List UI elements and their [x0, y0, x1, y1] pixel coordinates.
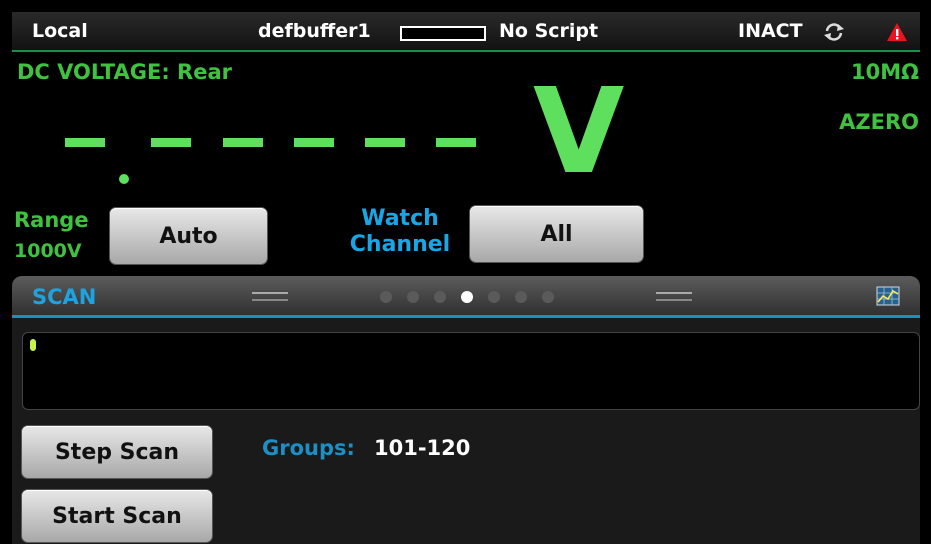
reading-unit: V	[533, 62, 625, 200]
reading-digit-dash	[436, 138, 476, 147]
buffer-fill-indicator[interactable]	[400, 26, 486, 41]
autozero-indicator[interactable]: AZERO	[839, 110, 919, 134]
reading-digit-dash	[223, 138, 263, 147]
range-auto-button[interactable]: Auto	[110, 208, 267, 264]
reading-digit-dash	[151, 138, 191, 147]
local-indicator[interactable]: Local	[32, 20, 88, 42]
watch-channel-button[interactable]: All	[470, 206, 643, 262]
measure-function-label[interactable]: DC VOLTAGE: Rear	[17, 60, 232, 84]
watch-channel-label: Watch Channel	[349, 206, 451, 258]
page-dot[interactable]	[380, 291, 392, 303]
trigger-state[interactable]: INACT	[738, 20, 803, 42]
groups-label: Groups:	[262, 436, 355, 460]
page-indicator[interactable]	[380, 291, 554, 303]
reading-digit-dash	[294, 138, 334, 147]
sync-icon[interactable]	[823, 22, 845, 42]
reading-digit-dash	[365, 138, 405, 147]
reading-decimal-point	[119, 174, 129, 184]
drag-handle-icon[interactable]	[252, 292, 288, 301]
panel-title: SCAN	[32, 285, 97, 309]
reading-digit-dash	[65, 138, 105, 147]
page-dot[interactable]	[434, 291, 446, 303]
page-dot-active[interactable]	[461, 291, 473, 303]
step-scan-button[interactable]: Step Scan	[22, 426, 212, 478]
groups-value: 101-120	[374, 436, 471, 460]
scan-panel: Step Scan Start Scan Groups: 101-120	[12, 318, 920, 544]
warning-icon[interactable]	[886, 22, 908, 42]
buffer-name[interactable]: defbuffer1	[258, 20, 371, 42]
scan-status-area	[22, 332, 920, 410]
page-dot[interactable]	[488, 291, 500, 303]
page-dot[interactable]	[542, 291, 554, 303]
page-dot[interactable]	[407, 291, 419, 303]
drag-handle-icon[interactable]	[656, 292, 692, 301]
swipe-panel-header[interactable]: SCAN	[12, 276, 920, 318]
range-label: Range	[14, 208, 89, 232]
scan-status-led	[30, 339, 36, 351]
input-impedance-indicator[interactable]: 10MΩ	[851, 60, 919, 84]
status-bar: Local defbuffer1 No Script INACT	[12, 12, 920, 52]
script-indicator[interactable]: No Script	[499, 20, 598, 42]
range-value: 1000V	[14, 240, 82, 262]
graph-icon[interactable]	[876, 286, 900, 306]
page-dot[interactable]	[515, 291, 527, 303]
start-scan-button[interactable]: Start Scan	[22, 490, 212, 542]
